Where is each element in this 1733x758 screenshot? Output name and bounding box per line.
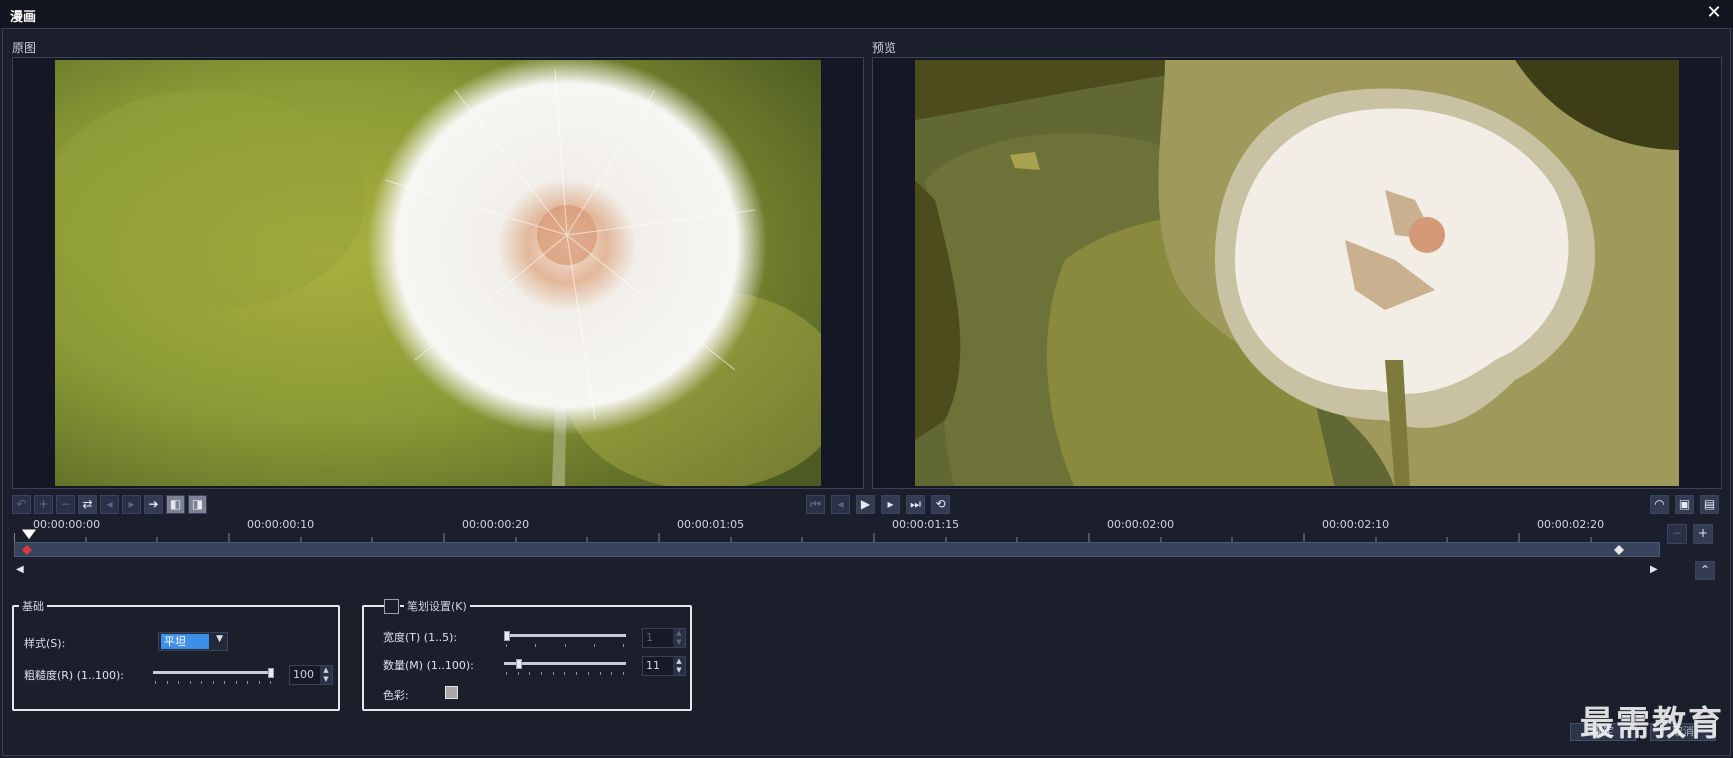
color-label: 色彩: — [383, 689, 409, 702]
base-group-legend: 基础 — [19, 598, 47, 614]
copy-icon[interactable]: ◧ — [166, 495, 185, 514]
timecode-0: 00:00:00:00 — [33, 518, 101, 531]
timeline-track[interactable] — [14, 542, 1660, 557]
stroke-group-legend: 笔划设置(K) — [404, 598, 470, 614]
roughness-label: 粗糙度(R) (1..100): — [24, 669, 124, 682]
chevron-down-icon: ▼ — [216, 634, 223, 644]
play-icon[interactable]: ▶ — [856, 495, 875, 514]
remove-keyframe-icon[interactable]: − — [56, 495, 75, 514]
width-input[interactable]: 1 ▲ ▼ — [642, 628, 686, 648]
watermark: 最需教育 — [1580, 704, 1724, 744]
base-settings-group: 基础 样式(S): 平坦 ▼ 粗糙度(R) (1..100): 100 ▲ ▼ — [12, 598, 340, 711]
roughness-ticks — [155, 681, 271, 685]
roughness-slider[interactable] — [153, 671, 273, 674]
timecode-7: 00:00:02:20 — [1537, 518, 1605, 531]
timecode-5: 00:00:02:00 — [1107, 518, 1175, 531]
ruler-ticks — [14, 533, 1592, 542]
roughness-slider-thumb[interactable] — [268, 668, 274, 678]
spin-down-icon[interactable]: ▼ — [673, 638, 685, 647]
color-swatch[interactable] — [445, 686, 458, 699]
spin-down-icon[interactable]: ▼ — [320, 675, 332, 684]
zoom-out-button[interactable]: − — [1667, 524, 1687, 544]
spin-down-icon[interactable]: ▼ — [673, 666, 685, 675]
spin-up-icon[interactable]: ▲ — [673, 629, 685, 638]
style-select-value: 平坦 — [161, 634, 209, 649]
count-ticks — [506, 672, 624, 676]
fade-icon[interactable]: ➔ — [144, 495, 163, 514]
roughness-value: 100 — [293, 668, 314, 681]
timecode-1: 00:00:00:10 — [247, 518, 315, 531]
preview-panel-label: 预览 — [872, 41, 897, 55]
preview-speed-icon[interactable]: ◠ — [1650, 495, 1669, 514]
style-select[interactable]: 平坦 ▼ — [158, 632, 228, 651]
scroll-left-icon[interactable]: ◀ — [16, 564, 24, 575]
loop-icon[interactable]: ⟲ — [931, 495, 950, 514]
stroke-enable-checkbox[interactable] — [384, 599, 399, 614]
paste-icon[interactable]: ◨ — [188, 495, 207, 514]
view-toolbar: ◠ ▣ ▤ — [1650, 495, 1724, 515]
undo-icon[interactable]: ↶ — [12, 495, 31, 514]
go-start-icon[interactable]: ⏮ — [806, 495, 825, 514]
full-screen-icon[interactable]: ▣ — [1675, 495, 1694, 514]
stroke-settings-group: 笔划设置(K) 宽度(T) (1..5): 1 ▲ ▼ 数量(M) (1..10… — [362, 598, 692, 711]
width-slider[interactable] — [504, 634, 626, 637]
width-ticks — [506, 644, 624, 648]
count-value: 11 — [646, 659, 660, 672]
spin-up-icon[interactable]: ▲ — [673, 657, 685, 666]
spin-up-icon[interactable]: ▲ — [320, 666, 332, 675]
window-title: 漫画 — [10, 10, 37, 25]
original-panel — [12, 57, 864, 489]
original-image — [55, 60, 821, 486]
end-keyframe-marker[interactable] — [1614, 545, 1624, 555]
preview-panel — [872, 57, 1722, 489]
count-label: 数量(M) (1..100): — [383, 659, 474, 672]
width-label: 宽度(T) (1..5): — [383, 631, 458, 644]
width-slider-thumb[interactable] — [504, 631, 510, 641]
timecode-2: 00:00:00:20 — [462, 518, 530, 531]
roughness-input[interactable]: 100 ▲ ▼ — [289, 665, 333, 685]
style-label: 样式(S): — [24, 637, 66, 650]
timecode-4: 00:00:01:15 — [892, 518, 960, 531]
timeline-ruler: 00:00:00:00 00:00:00:10 00:00:00:20 00:0… — [14, 518, 1660, 542]
go-end-icon[interactable]: ⏭ — [906, 495, 925, 514]
grid-view-icon[interactable]: ▤ — [1700, 495, 1719, 514]
zoom-in-button[interactable]: + — [1693, 524, 1713, 544]
edit-toolbar: ↶ + − ⇄ ◂ ▸ ➔ ◧ ◨ — [12, 495, 212, 515]
add-keyframe-icon[interactable]: + — [34, 495, 53, 514]
start-keyframe-marker[interactable] — [22, 545, 32, 555]
reverse-icon[interactable]: ⇄ — [78, 495, 97, 514]
scroll-right-icon[interactable]: ▶ — [1650, 564, 1658, 575]
collapse-icon[interactable]: ⌃ — [1695, 561, 1715, 580]
prev-frame-icon[interactable]: ◂ — [831, 495, 850, 514]
playback-toolbar: ⏮ ◂ ▶ ▸ ⏭ ⟲ — [806, 495, 956, 515]
count-input[interactable]: 11 ▲ ▼ — [642, 656, 686, 676]
timecode-6: 00:00:02:10 — [1322, 518, 1390, 531]
prev-keyframe-icon[interactable]: ◂ — [100, 495, 119, 514]
next-keyframe-icon[interactable]: ▸ — [122, 495, 141, 514]
width-value: 1 — [646, 631, 653, 644]
preview-image — [915, 60, 1679, 486]
count-slider-thumb[interactable] — [516, 659, 522, 669]
original-panel-label: 原图 — [12, 41, 37, 55]
title-bar: 漫画 ✕ — [0, 0, 1733, 29]
close-icon[interactable]: ✕ — [1703, 2, 1725, 24]
next-frame-icon[interactable]: ▸ — [881, 495, 900, 514]
count-slider[interactable] — [504, 662, 626, 665]
timecode-3: 00:00:01:05 — [677, 518, 745, 531]
